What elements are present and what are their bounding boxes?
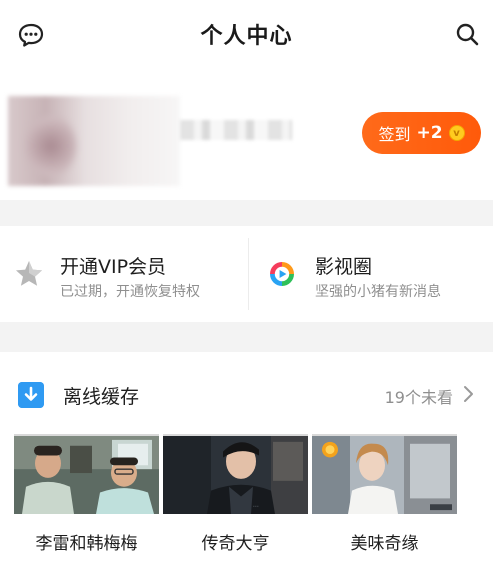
video-card[interactable]: 李雷和韩梅梅 — [14, 434, 159, 554]
play-circle-icon — [270, 262, 294, 286]
svg-text:⋯: ⋯ — [253, 504, 259, 510]
offline-cache-row[interactable]: 离线缓存 19个未看 — [0, 372, 493, 418]
search-icon[interactable] — [454, 21, 482, 49]
unwatched-count: 19个未看 — [384, 388, 453, 407]
video-thumbnail-image — [312, 434, 457, 514]
avatar[interactable] — [26, 116, 76, 176]
section-separator — [0, 200, 493, 226]
section-separator — [0, 322, 493, 352]
video-thumbnail-image: ⋯ — [163, 434, 308, 514]
vip-membership-entry[interactable]: 开通VIP会员 已过期，开通恢复特权 — [0, 226, 248, 322]
chevron-right-icon — [464, 386, 473, 402]
video-title: 传奇大亨 — [201, 534, 270, 554]
user-name-blurred — [180, 120, 292, 140]
coin-icon: v — [448, 125, 465, 141]
checkin-button[interactable]: 签到 +2 v — [362, 112, 481, 154]
vip-title: 开通VIP会员 — [60, 256, 167, 278]
vip-subtitle: 已过期，开通恢复特权 — [60, 284, 200, 300]
top-bar: 个人中心 — [0, 0, 493, 68]
video-title: 李雷和韩梅梅 — [35, 534, 138, 554]
checkin-points: +2 — [416, 123, 443, 143]
page-title: 个人中心 — [200, 24, 293, 49]
circle-title: 影视圈 — [315, 256, 373, 278]
download-icon — [18, 382, 44, 408]
circle-subtitle: 坚强的小猪有新消息 — [315, 284, 441, 300]
video-thumbnail-image — [14, 434, 159, 514]
star-icon — [16, 261, 42, 286]
offline-video-list: 李雷和韩梅梅 ⋯ 传奇大亨 美味奇缘 — [0, 434, 493, 564]
offline-cache-title: 离线缓存 — [63, 386, 140, 408]
video-title: 美味奇缘 — [350, 534, 419, 554]
video-card[interactable]: 美味奇缘 — [312, 434, 457, 554]
profile-section[interactable]: 签到 +2 v — [0, 88, 493, 192]
video-circle-entry[interactable]: 影视圈 坚强的小猪有新消息 — [249, 226, 493, 322]
checkin-label: 签到 — [378, 125, 411, 144]
video-card[interactable]: ⋯ 传奇大亨 — [163, 434, 308, 554]
feature-row: 开通VIP会员 已过期，开通恢复特权 影视圈 坚强的小猪有新消息 — [0, 226, 493, 322]
avatar-area[interactable] — [8, 96, 180, 186]
